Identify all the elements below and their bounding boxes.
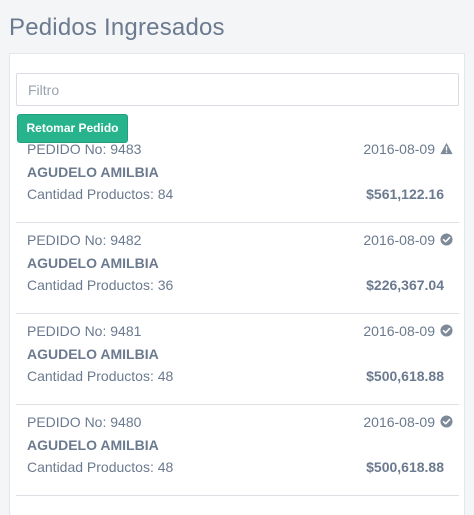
order-quantity-line: Cantidad Productos: 84 [27,186,173,202]
filter-input[interactable] [16,73,459,106]
order-number-line: PEDIDO No: 9483 [27,141,141,157]
order-date: 2016-08-09 [363,141,435,157]
order-date: 2016-08-09 [363,414,435,430]
order-client: AGUDELO AMILBIA [27,346,159,362]
order-item[interactable]: PEDIDO No: 9480 2016-08-09 AGUDELO AMILB… [16,405,459,496]
order-quantity-label: Cantidad Productos: [27,459,154,475]
order-quantity: 36 [157,277,174,293]
order-client: AGUDELO AMILBIA [27,164,159,180]
order-total: $500,618.88 [366,368,444,384]
order-number: 9482 [110,232,142,248]
order-number-label: PEDIDO No: [27,232,107,248]
order-number-line: PEDIDO No: 9482 [27,232,141,248]
order-number: 9483 [110,141,142,157]
order-client: AGUDELO AMILBIA [27,255,159,271]
order-quantity: 48 [157,459,174,475]
order-total: $500,618.88 [366,459,444,475]
order-total: $226,367.04 [366,277,444,293]
warning-icon [440,142,453,155]
order-quantity-label: Cantidad Productos: [27,186,154,202]
order-quantity-label: Cantidad Productos: [27,277,154,293]
order-date: 2016-08-09 [363,323,435,339]
order-item[interactable]: PEDIDO No: 9482 2016-08-09 AGUDELO AMILB… [16,223,459,314]
page-title: Pedidos Ingresados [9,14,225,41]
order-number-line: PEDIDO No: 9481 [27,323,141,339]
order-number-label: PEDIDO No: [27,141,107,157]
order-quantity: 48 [157,368,174,384]
order-quantity: 84 [157,186,174,202]
order-number: 9481 [110,323,142,339]
order-total: $561,122.16 [366,186,444,202]
orders-list: PEDIDO No: 9483 2016-08-09 AGUDELO AMILB… [16,141,459,496]
check-circle-icon [440,324,453,337]
order-number-label: PEDIDO No: [27,414,107,430]
check-circle-icon [440,233,453,246]
order-quantity-label: Cantidad Productos: [27,368,154,384]
order-client: AGUDELO AMILBIA [27,437,159,453]
order-number-label: PEDIDO No: [27,323,107,339]
order-quantity-line: Cantidad Productos: 48 [27,459,173,475]
order-item[interactable]: PEDIDO No: 9483 2016-08-09 AGUDELO AMILB… [16,141,459,223]
retomar-pedido-button[interactable]: Retomar Pedido [17,114,128,143]
order-number-line: PEDIDO No: 9480 [27,414,141,430]
order-quantity-line: Cantidad Productos: 36 [27,277,173,293]
order-item[interactable]: PEDIDO No: 9481 2016-08-09 AGUDELO AMILB… [16,314,459,405]
check-circle-icon [440,415,453,428]
orders-panel: Retomar Pedido PEDIDO No: 9483 2016-08-0… [9,53,465,515]
order-quantity-line: Cantidad Productos: 48 [27,368,173,384]
order-date: 2016-08-09 [363,232,435,248]
order-number: 9480 [110,414,142,430]
